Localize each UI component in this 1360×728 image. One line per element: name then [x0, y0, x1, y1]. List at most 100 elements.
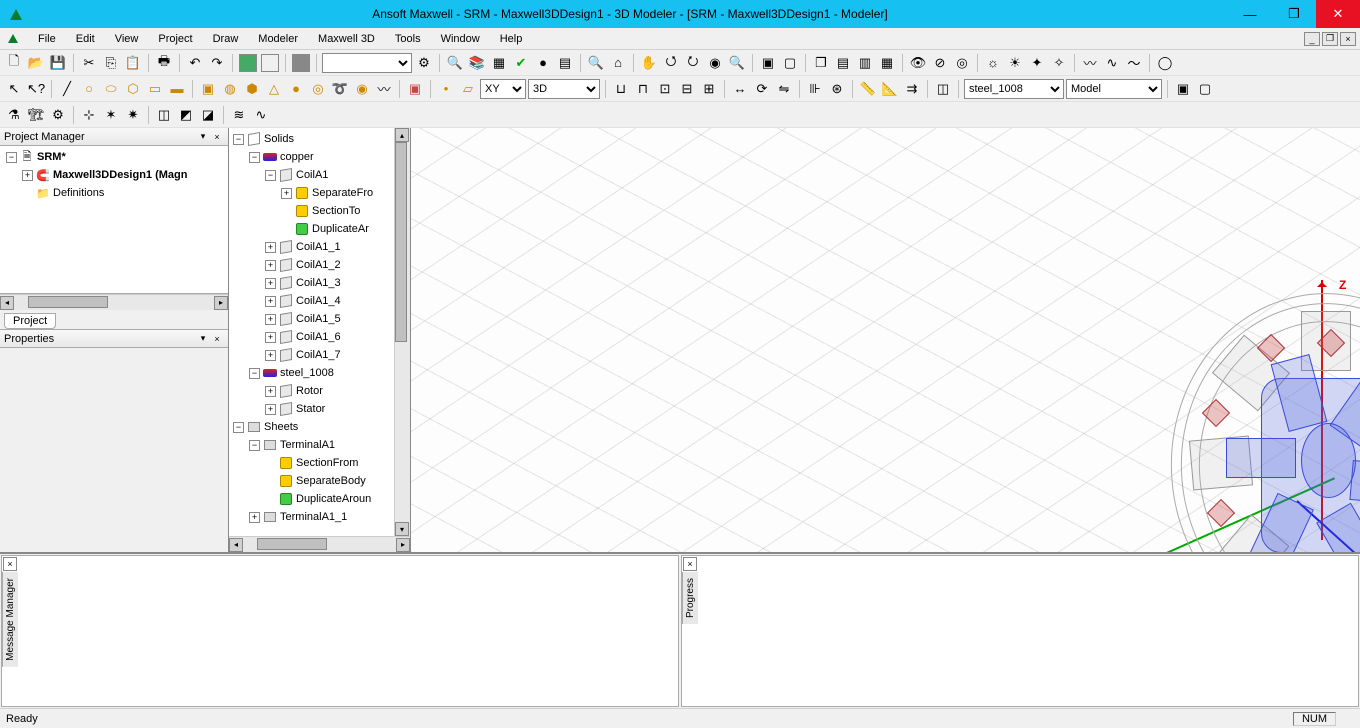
model-tree[interactable]: −Solids−copper−CoilA1+SeparateFroSection… — [229, 128, 394, 536]
plane-icon[interactable]: ▱ — [458, 79, 478, 99]
dup-axis-icon[interactable]: ⊛ — [827, 79, 847, 99]
open-icon[interactable]: 📂 — [26, 53, 46, 73]
tree-hscroll[interactable]: ◂▸ — [229, 536, 410, 552]
tool-a-icon[interactable]: ⚙ — [414, 53, 434, 73]
ungroup-icon[interactable]: ▢ — [1195, 79, 1215, 99]
menu-project[interactable]: Project — [148, 31, 202, 47]
props-close-icon[interactable]: × — [210, 332, 224, 346]
sim-a-icon[interactable]: ⚗ — [4, 105, 24, 125]
rotate-tool-icon[interactable]: ⟳ — [752, 79, 772, 99]
tree-item[interactable]: DuplicateAroun — [229, 490, 394, 508]
torus-icon[interactable]: ◎ — [308, 79, 328, 99]
menu-tools[interactable]: Tools — [385, 31, 431, 47]
scope-select[interactable]: Model — [1066, 79, 1162, 99]
pm-hscroll[interactable]: ◂▸ — [0, 294, 228, 310]
results-icon[interactable]: ▤ — [555, 53, 575, 73]
arrange-icon[interactable]: ▦ — [877, 53, 897, 73]
sim-c-icon[interactable]: ⚙ — [48, 105, 68, 125]
tree-item[interactable]: DuplicateAr — [229, 220, 394, 238]
tile-v-icon[interactable]: ▥ — [855, 53, 875, 73]
message-list[interactable] — [18, 556, 678, 706]
field-b-icon[interactable]: ∿ — [251, 105, 271, 125]
tree-item[interactable]: −TerminalA1 — [229, 436, 394, 454]
spline-icon[interactable]: 〰 — [374, 79, 394, 99]
cascade-icon[interactable]: ❐ — [811, 53, 831, 73]
region-icon[interactable]: ▣ — [405, 79, 425, 99]
tree-item[interactable]: SectionFrom — [229, 454, 394, 472]
section-icon[interactable]: ◫ — [933, 79, 953, 99]
print-icon[interactable]: 🖶 — [154, 53, 174, 73]
move-icon[interactable]: ↔ — [730, 79, 750, 99]
orbit-icon[interactable]: ◉ — [705, 53, 725, 73]
circle-icon[interactable]: ○ — [79, 79, 99, 99]
pm-design[interactable]: Maxwell3DDesign1 (Magn — [53, 169, 187, 181]
copy-icon[interactable]: ⎘ — [101, 53, 121, 73]
library-icon[interactable]: 📚 — [467, 53, 487, 73]
prog-close-icon[interactable]: × — [683, 557, 697, 571]
mdi-restore-button[interactable]: ❐ — [1322, 32, 1338, 46]
light4-icon[interactable]: ✧ — [1049, 53, 1069, 73]
mesh-c-icon[interactable]: ◪ — [198, 105, 218, 125]
field-a-icon[interactable]: ≋ — [229, 105, 249, 125]
tree-item[interactable]: +Rotor — [229, 382, 394, 400]
tree-item[interactable]: +CoilA1_7 — [229, 346, 394, 364]
zoom-icon[interactable]: 🔍 — [445, 53, 465, 73]
point-icon[interactable]: • — [436, 79, 456, 99]
render-shaded-icon[interactable] — [238, 53, 258, 73]
paste-icon[interactable]: 📋 — [123, 53, 143, 73]
light3-icon[interactable]: ✦ — [1027, 53, 1047, 73]
helix-icon[interactable]: ➰ — [330, 79, 350, 99]
project-manager-tree[interactable]: −🗎SRM* +🧲Maxwell3DDesign1 (Magn 📁Definit… — [0, 146, 228, 294]
line-icon[interactable]: ╱ — [57, 79, 77, 99]
pointer-icon[interactable]: ↖ — [4, 79, 24, 99]
menu-edit[interactable]: Edit — [66, 31, 105, 47]
cs-plane-select[interactable]: XY — [480, 79, 526, 99]
sim-b-icon[interactable]: 🏗 — [26, 105, 46, 125]
undo-icon[interactable]: ↶ — [185, 53, 205, 73]
tree-item[interactable]: −copper — [229, 148, 394, 166]
tree-item[interactable]: SectionTo — [229, 202, 394, 220]
save-icon[interactable]: 💾 — [48, 53, 68, 73]
hide-icon[interactable]: ⊘ — [930, 53, 950, 73]
menu-window[interactable]: Window — [431, 31, 490, 47]
menu-help[interactable]: Help — [490, 31, 533, 47]
cylinder-tool-icon[interactable]: ◯ — [1155, 53, 1175, 73]
curve2-icon[interactable]: ∿ — [1102, 53, 1122, 73]
redo-icon[interactable]: ↷ — [207, 53, 227, 73]
menu-view[interactable]: View — [105, 31, 149, 47]
msg-close-icon[interactable]: × — [3, 557, 17, 571]
curve3-icon[interactable]: 〜 — [1124, 53, 1144, 73]
cs-a-icon[interactable]: ⊹ — [79, 105, 99, 125]
pm-close-icon[interactable]: × — [210, 130, 224, 144]
close-button[interactable]: ✕ — [1316, 0, 1360, 28]
sphere-icon[interactable]: ● — [286, 79, 306, 99]
cut-icon[interactable]: ✂ — [79, 53, 99, 73]
measure-icon[interactable]: 📏 — [858, 79, 878, 99]
poly-icon[interactable]: ⬡ — [123, 79, 143, 99]
ellipse-icon[interactable]: ⬭ — [101, 79, 121, 99]
validate-icon[interactable]: ✔ — [511, 53, 531, 73]
new-icon[interactable]: 🗋 — [4, 53, 24, 73]
home-icon[interactable]: ⌂ — [608, 53, 628, 73]
menu-maxwell3d[interactable]: Maxwell 3D — [308, 31, 385, 47]
fit-all-icon[interactable]: ▣ — [758, 53, 778, 73]
material-select[interactable]: steel_1008 — [964, 79, 1064, 99]
pm-definitions[interactable]: Definitions — [53, 187, 104, 199]
rotate2-icon[interactable]: ⭮ — [683, 53, 703, 73]
analyze-icon[interactable]: ● — [533, 53, 553, 73]
progress-list[interactable] — [698, 556, 1358, 706]
split-icon[interactable]: ⊟ — [677, 79, 697, 99]
tree-item[interactable]: −CoilA1 — [229, 166, 394, 184]
3d-viewport[interactable]: Z Y X — [411, 128, 1360, 552]
mdi-minimize-button[interactable]: _ — [1304, 32, 1320, 46]
message-manager-tab[interactable]: Message Manager — [2, 572, 18, 667]
tree-scroll-up[interactable]: ▴ — [395, 128, 409, 142]
unite-icon[interactable]: ⊔ — [611, 79, 631, 99]
maximize-button[interactable]: ❐ — [1272, 0, 1316, 28]
group-icon[interactable]: ▣ — [1173, 79, 1193, 99]
intersect-icon[interactable]: ⊡ — [655, 79, 675, 99]
dup-line-icon[interactable]: ⊪ — [805, 79, 825, 99]
curve-icon[interactable]: 〰 — [1080, 53, 1100, 73]
mirror-icon[interactable]: ⇋ — [774, 79, 794, 99]
subtract-icon[interactable]: ⊓ — [633, 79, 653, 99]
